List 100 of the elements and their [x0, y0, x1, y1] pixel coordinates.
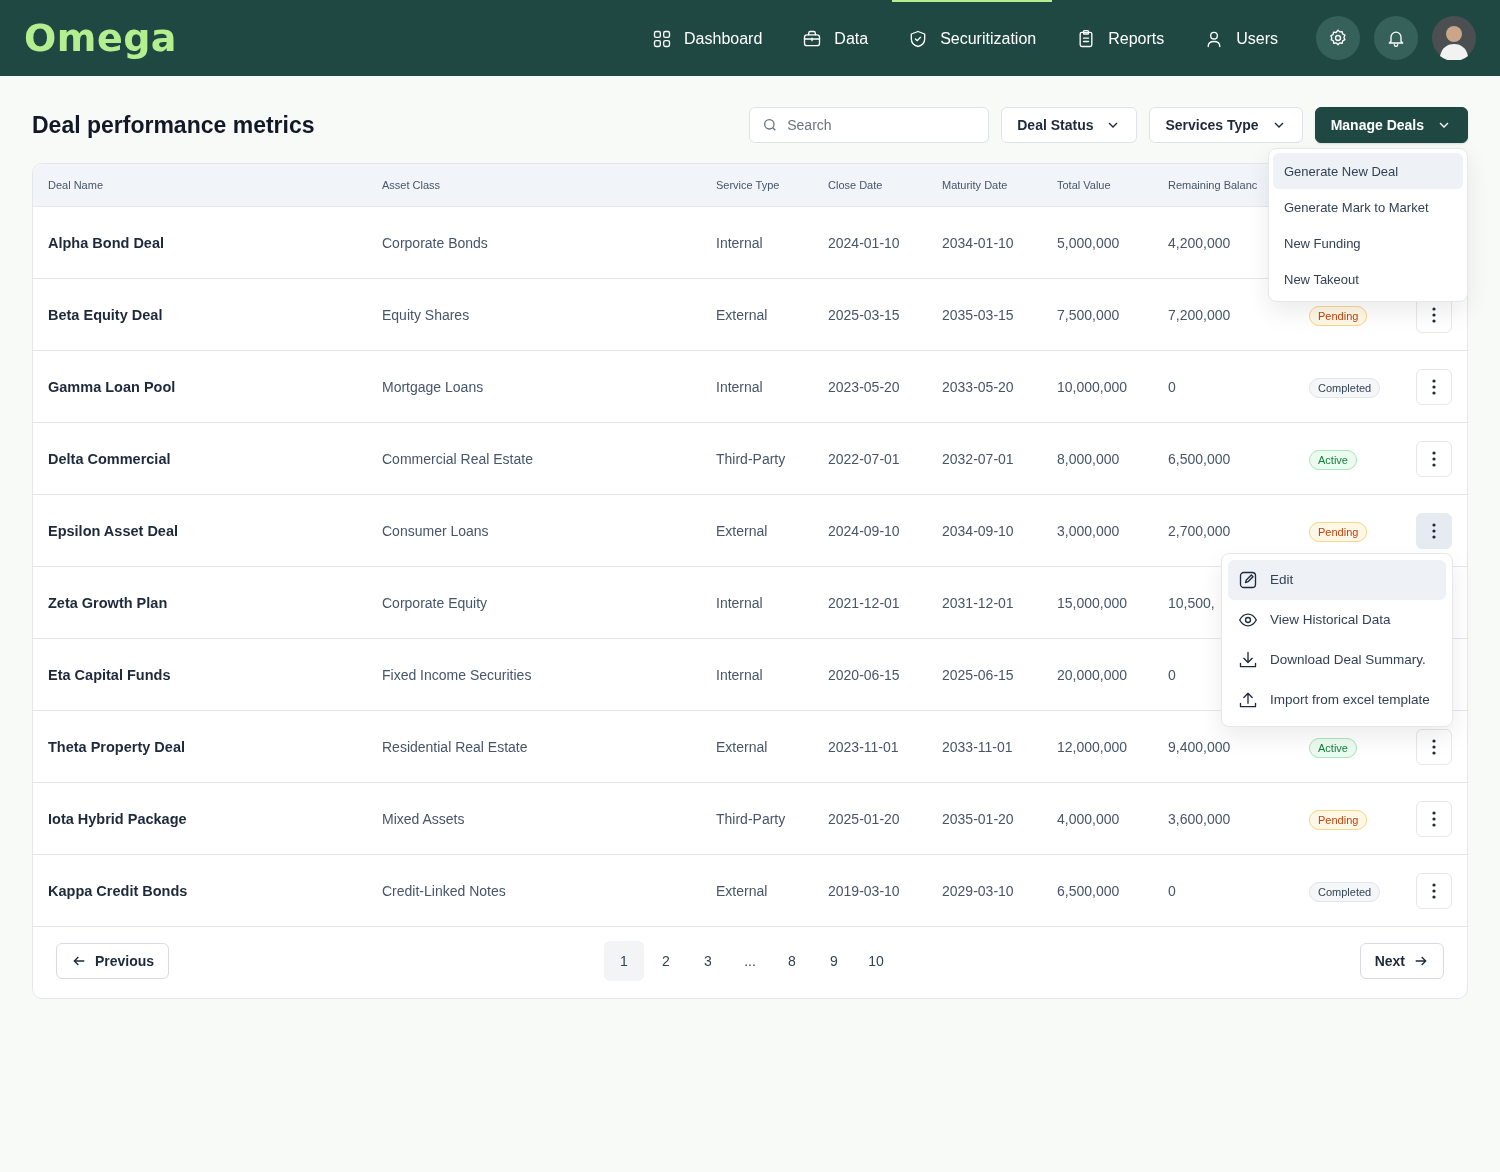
table-cell: 2023-05-20 [828, 378, 900, 395]
more-actions-button[interactable] [1416, 800, 1452, 837]
menu-item[interactable]: New Takeout [1273, 261, 1463, 297]
table-cell: 9,400,000 [1168, 738, 1231, 755]
briefcase-icon [802, 29, 823, 49]
table-cell: Equity Shares [382, 306, 470, 323]
table-cell: 8,000,000 [1057, 450, 1120, 467]
nav-tab[interactable]: Dashboard [636, 0, 779, 76]
column-header: Deal Name [48, 179, 104, 191]
table-cell: Residential Real Estate [382, 738, 528, 755]
nav-tab[interactable]: Reports [1060, 0, 1181, 76]
table-cell: Epsilon Asset Deal [48, 522, 178, 539]
table-cell: 4,000,000 [1057, 810, 1120, 827]
more-actions-button[interactable] [1416, 368, 1452, 405]
more-vertical-icon [1432, 810, 1436, 827]
page-button[interactable]: 9 [814, 941, 854, 981]
column-header: Total Value [1057, 179, 1111, 191]
table-cell: 3,000,000 [1057, 522, 1120, 539]
table-cell: Mixed Assets [382, 810, 465, 827]
table-cell: 2033-11-01 [942, 738, 1013, 755]
status-badge: Pending [1309, 521, 1368, 542]
next-button[interactable]: Next [1359, 943, 1444, 979]
table-cell: Beta Equity Deal [48, 306, 163, 323]
previous-button[interactable]: Previous [56, 943, 170, 979]
filter-dropdown[interactable]: Deal Status [1001, 107, 1138, 143]
menu-item[interactable]: Generate New Deal [1273, 153, 1463, 189]
table-cell: 2035-01-20 [942, 810, 1014, 827]
page-button[interactable]: 3 [688, 941, 728, 981]
nav-tab[interactable]: Securitization [892, 0, 1053, 76]
table-cell: Eta Capital Funds [48, 666, 171, 683]
table-cell: 7,500,000 [1057, 306, 1120, 323]
search-field[interactable]: Search [749, 107, 990, 143]
nav-tab[interactable]: Data [786, 0, 885, 76]
more-vertical-icon [1432, 306, 1436, 323]
more-actions-button[interactable] [1416, 728, 1452, 765]
table-cell: Credit-Linked Notes [382, 882, 506, 899]
table-cell: External [716, 882, 768, 899]
page-title: Deal performance metrics [32, 111, 315, 139]
status-badge: Pending [1309, 305, 1368, 326]
table-cell: 2022-07-01 [828, 450, 900, 467]
menu-item[interactable]: Edit [1228, 559, 1446, 600]
table-cell: 2025-03-15 [828, 306, 900, 323]
table-cell: 10,500, [1168, 594, 1215, 611]
table-cell: Commercial Real Estate [382, 450, 533, 467]
table-cell: Internal [716, 378, 763, 395]
page-button[interactable]: 2 [646, 941, 686, 981]
table-cell: 2021-12-01 [828, 594, 900, 611]
table-cell: Delta Commercial [48, 450, 171, 467]
table-cell: 2020-06-15 [828, 666, 900, 683]
table-cell: 12,000,000 [1057, 738, 1128, 755]
table-cell: Third-Party [716, 810, 786, 827]
table-cell: 2029-03-10 [942, 882, 1014, 899]
more-vertical-icon [1432, 738, 1436, 755]
menu-item[interactable]: Generate Mark to Market [1273, 189, 1463, 225]
table-cell: External [716, 306, 768, 323]
avatar[interactable] [1432, 16, 1476, 60]
table-cell: Third-Party [716, 450, 786, 467]
table-cell: Kappa Credit Bonds [48, 882, 188, 899]
table-cell: 0 [1168, 666, 1176, 683]
grid-icon [652, 29, 673, 49]
manage-deals-button[interactable]: Manage Deals [1314, 107, 1468, 143]
table-cell: 15,000,000 [1057, 594, 1128, 611]
table-cell: 3,600,000 [1168, 810, 1231, 827]
page-button[interactable]: 8 [772, 941, 812, 981]
table-cell: Alpha Bond Deal [48, 234, 164, 251]
more-actions-button[interactable] [1416, 872, 1452, 909]
table-cell: Fixed Income Securities [382, 666, 532, 683]
table-cell: 2031-12-01 [942, 594, 1014, 611]
table-cell: Consumer Loans [382, 522, 489, 539]
table-cell: 10,000,000 [1057, 378, 1128, 395]
more-actions-button[interactable] [1416, 440, 1452, 477]
notifications-button[interactable] [1374, 16, 1418, 60]
settings-button[interactable] [1316, 16, 1360, 60]
status-badge: Completed [1309, 377, 1381, 398]
more-actions-button[interactable] [1416, 512, 1452, 549]
table-cell: 7,200,000 [1168, 306, 1231, 323]
menu-item[interactable]: Download Deal Summary. [1228, 639, 1446, 680]
table-cell: Corporate Bonds [382, 234, 488, 251]
menu-item[interactable]: New Funding [1273, 225, 1463, 261]
more-vertical-icon [1432, 882, 1436, 899]
page-button[interactable]: 1 [604, 941, 644, 981]
table-cell: External [716, 522, 768, 539]
more-vertical-icon [1432, 522, 1436, 539]
page-button[interactable]: ... [730, 941, 770, 981]
download-icon [1238, 649, 1258, 670]
nav-tab[interactable]: Users [1188, 0, 1294, 76]
table-cell: 2025-01-20 [828, 810, 900, 827]
filter-dropdown[interactable]: Services Type [1149, 107, 1303, 143]
page-button[interactable]: 10 [856, 941, 896, 981]
menu-item[interactable]: View Historical Data [1228, 599, 1446, 640]
table-cell: Zeta Growth Plan [48, 594, 168, 611]
table-cell: 2034-09-10 [942, 522, 1014, 539]
column-header: Service Type [716, 179, 780, 191]
more-vertical-icon [1432, 450, 1436, 467]
table-cell: 2024-09-10 [828, 522, 900, 539]
table-cell: Internal [716, 234, 763, 251]
menu-item[interactable]: Import from excel template [1228, 679, 1446, 720]
table-cell: 6,500,000 [1057, 882, 1120, 899]
table-cell: Theta Property Deal [48, 738, 185, 755]
column-header: Remaining Balanc [1168, 179, 1258, 191]
